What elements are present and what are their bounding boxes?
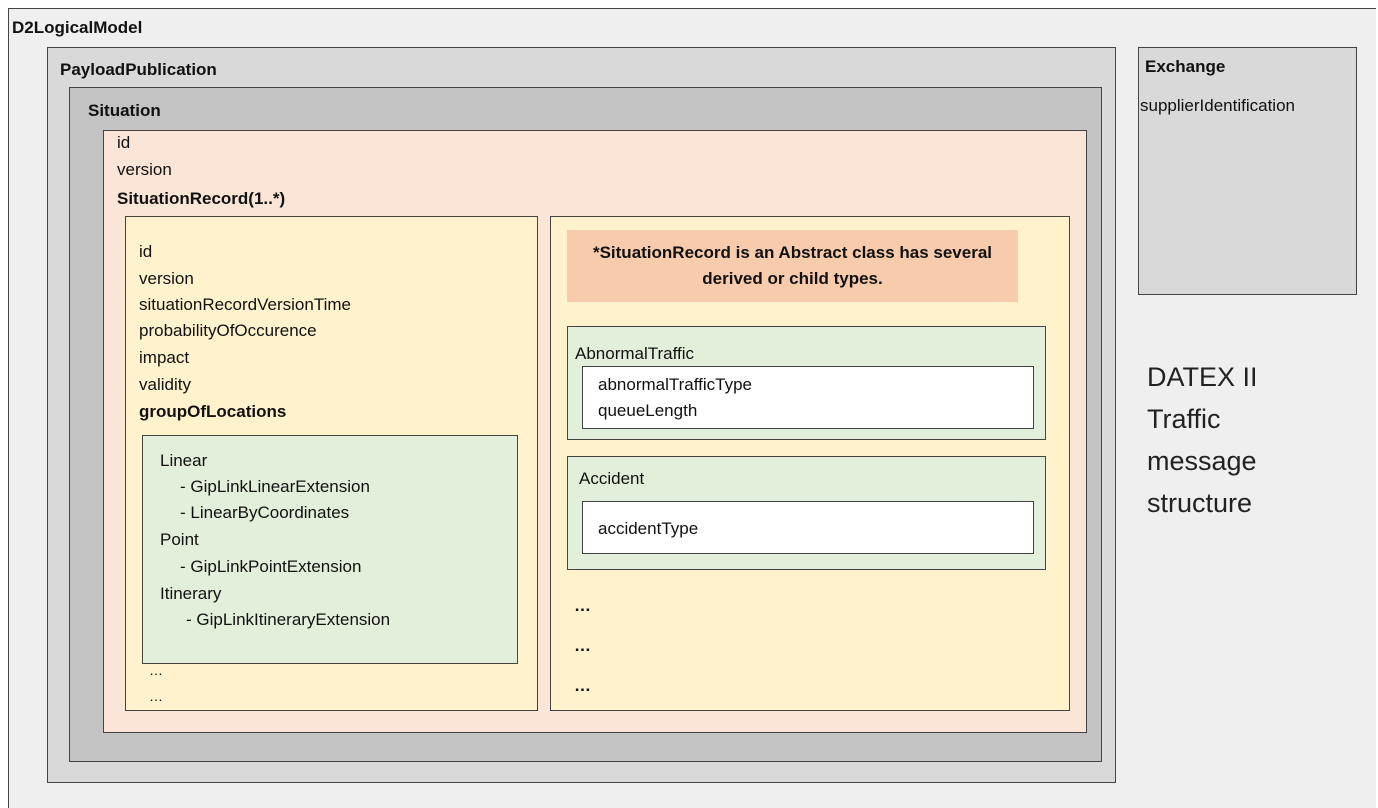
location-gip-link-linear: - GipLinkLinearExtension [180,477,370,496]
caption-line-4: structure [1147,488,1253,518]
location-gip-link-itinerary: - GipLinkItineraryExtension [186,610,391,629]
record-attr-validity: validity [139,375,191,394]
location-linear: Linear [160,451,208,470]
record-attr-version-time: situationRecordVersionTime [139,295,351,314]
accident-type: accidentType [598,519,699,538]
caption-line-2: Traffic [1147,404,1221,434]
more-types-ellipsis-2: … [574,636,591,655]
more-types-ellipsis-3: … [574,676,591,695]
record-attr-impact: impact [139,348,190,367]
situation-title: Situation [88,101,161,120]
exchange-box [1138,47,1357,295]
record-attr-probability: probabilityOfOccurence [139,321,317,340]
caption-line-3: message [1147,446,1257,476]
record-attr-version: version [139,269,194,288]
situation-attr-version: version [117,160,172,179]
diagram-caption: DATEX II Traffic message structure [1147,356,1347,524]
situation-attr-id: id [117,133,131,152]
abnormal-traffic-title: AbnormalTraffic [575,344,695,363]
location-gip-link-point: - GipLinkPointExtension [180,557,362,576]
record-ellipsis-1: … [149,662,163,678]
location-point: Point [160,530,199,549]
location-itinerary: Itinerary [160,584,222,603]
accident-title: Accident [579,469,645,488]
abnormal-traffic-type: abnormalTrafficType [598,375,753,394]
d2logicalmodel-title: D2LogicalModel [12,18,143,37]
record-attr-id: id [139,242,153,261]
more-types-ellipsis-1: … [574,596,591,615]
location-linear-by-coordinates: - LinearByCoordinates [180,503,350,522]
supplier-identification: supplierIdentification [1140,96,1295,115]
record-ellipsis-2: … [149,688,163,704]
abstract-class-note-text: *SituationRecord is an Abstract class ha… [592,243,993,288]
exchange-title: Exchange [1145,57,1226,76]
situation-record-heading: SituationRecord(1..*) [117,189,286,208]
caption-line-1: DATEX II [1147,362,1258,392]
group-of-locations-heading: groupOfLocations [139,402,287,421]
queue-length: queueLength [598,401,698,420]
payload-publication-title: PayloadPublication [60,60,217,79]
